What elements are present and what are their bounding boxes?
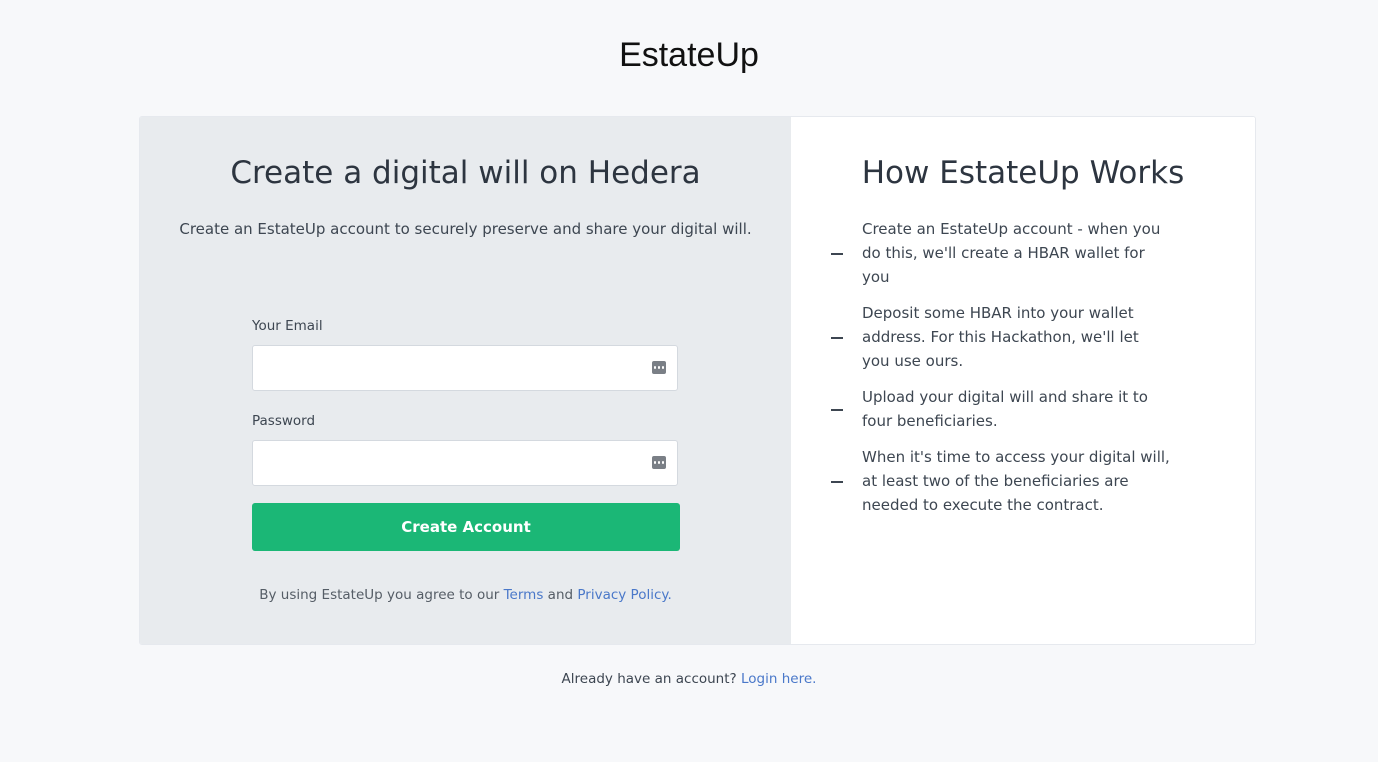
step-item: Upload your digital will and share it to… <box>831 385 1171 433</box>
email-field-wrapper <box>252 345 678 391</box>
signup-card: Create a digital will on Hedera Create a… <box>139 116 1256 645</box>
email-label: Your Email <box>252 318 323 334</box>
step-text: Upload your digital will and share it to… <box>862 388 1148 430</box>
step-item: Create an EstateUp account - when you do… <box>831 217 1171 289</box>
dash-icon <box>831 337 843 339</box>
signup-subtitle: Create an EstateUp account to securely p… <box>179 220 752 238</box>
password-input[interactable] <box>253 441 677 485</box>
dash-icon <box>831 481 843 483</box>
step-item: Deposit some HBAR into your wallet addre… <box>831 301 1171 373</box>
email-input[interactable] <box>253 346 677 390</box>
login-prompt-text: Already have an account? <box>561 671 737 687</box>
signup-title: Create a digital will on Hedera <box>230 155 701 191</box>
step-item: When it's time to access your digital wi… <box>831 445 1171 517</box>
login-link[interactable]: Login here. <box>741 671 816 687</box>
step-text: Create an EstateUp account - when you do… <box>862 220 1161 286</box>
password-manager-dots-icon[interactable] <box>652 456 666 469</box>
terms-suffix: . <box>667 587 672 603</box>
password-manager-dots-icon[interactable] <box>652 361 666 374</box>
dash-icon <box>831 253 843 255</box>
step-text: Deposit some HBAR into your wallet addre… <box>862 304 1139 370</box>
create-account-button[interactable]: Create Account <box>252 503 680 551</box>
terms-prefix: By using EstateUp you agree to our <box>259 587 500 603</box>
how-it-works-panel: How EstateUp Works Create an EstateUp ac… <box>791 117 1255 644</box>
dash-icon <box>831 409 843 411</box>
password-label: Password <box>252 413 316 429</box>
steps-list: Create an EstateUp account - when you do… <box>831 217 1171 529</box>
privacy-policy-link[interactable]: Privacy Policy <box>577 587 667 603</box>
terms-notice: By using EstateUp you agree to our Terms… <box>140 587 791 603</box>
step-text: When it's time to access your digital wi… <box>862 448 1170 514</box>
password-field-wrapper <box>252 440 678 486</box>
signup-panel: Create a digital will on Hedera Create a… <box>140 117 791 644</box>
terms-link[interactable]: Terms <box>504 587 544 603</box>
how-it-works-title: How EstateUp Works <box>861 155 1185 191</box>
app-logo: EstateUp <box>619 36 759 74</box>
terms-and: and <box>547 587 574 603</box>
login-prompt: Already have an account? Login here. <box>0 671 1378 687</box>
